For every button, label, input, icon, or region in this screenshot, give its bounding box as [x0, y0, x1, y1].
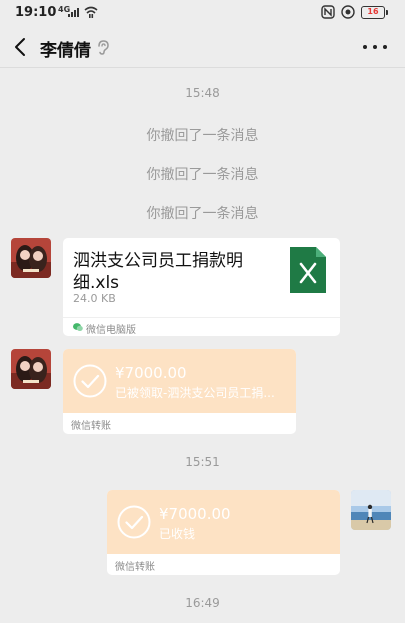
check-circle-icon [73, 364, 107, 398]
excel-file-icon [290, 247, 326, 293]
status-bar: 19:10 4G 16 [0, 0, 405, 26]
transfer-amount: ¥7000.00 [115, 364, 187, 382]
status-time: 19:10 [15, 5, 57, 20]
more-dot [383, 45, 387, 49]
file-size: 24.0 KB [73, 292, 116, 305]
transfer-body: ¥7000.00 已被领取-泗洪支公司员工捐... [63, 349, 296, 413]
self-avatar[interactable] [351, 490, 391, 530]
file-message[interactable]: 泗洪支公司员工捐款明细.xls 24.0 KB 微信电脑版 [63, 238, 340, 336]
message-timestamp: 15:48 [185, 86, 220, 100]
file-footer: 微信电脑版 [63, 317, 340, 336]
transfer-message-received[interactable]: ¥7000.00 已被领取-泗洪支公司员工捐... 微信转账 [63, 349, 296, 434]
battery-level: 16 [367, 7, 379, 16]
transfer-amount: ¥7000.00 [159, 505, 231, 523]
recall-notice: 你撤回了一条消息 [146, 206, 259, 222]
nfc-icon [321, 5, 335, 19]
wifi-icon [84, 6, 98, 18]
contact-avatar[interactable] [11, 349, 51, 389]
chat-header: 李倩倩 [0, 26, 405, 68]
transfer-footer: 微信转账 [115, 562, 155, 573]
message-timestamp: 16:49 [185, 596, 220, 610]
more-button[interactable] [363, 37, 387, 57]
ear-icon [98, 40, 109, 55]
transfer-body: ¥7000.00 已收钱 [107, 490, 340, 554]
file-name: 泗洪支公司员工捐款明细.xls [73, 251, 243, 293]
recall-notice: 你撤回了一条消息 [146, 167, 259, 183]
chat-title[interactable]: 李倩倩 [40, 36, 91, 61]
recall-notice: 你撤回了一条消息 [146, 128, 259, 144]
wechat-pc-icon [73, 323, 83, 331]
contact-avatar[interactable] [11, 238, 51, 278]
file-source-label: 微信电脑版 [86, 325, 136, 336]
transfer-status: 已收钱 [159, 527, 196, 541]
more-dot [363, 45, 367, 49]
more-dot [373, 45, 377, 49]
signal-icon [68, 8, 79, 17]
check-circle-icon [117, 505, 151, 539]
back-button[interactable] [8, 34, 34, 60]
transfer-status: 已被领取-泗洪支公司员工捐... [115, 386, 275, 400]
transfer-footer: 微信转账 [71, 421, 111, 432]
battery-icon: 16 [361, 5, 388, 19]
vpn-icon [341, 5, 355, 19]
transfer-message-sent[interactable]: ¥7000.00 已收钱 微信转账 [107, 490, 340, 575]
status-right-icons: 16 [321, 4, 388, 20]
message-timestamp: 15:51 [185, 455, 220, 469]
